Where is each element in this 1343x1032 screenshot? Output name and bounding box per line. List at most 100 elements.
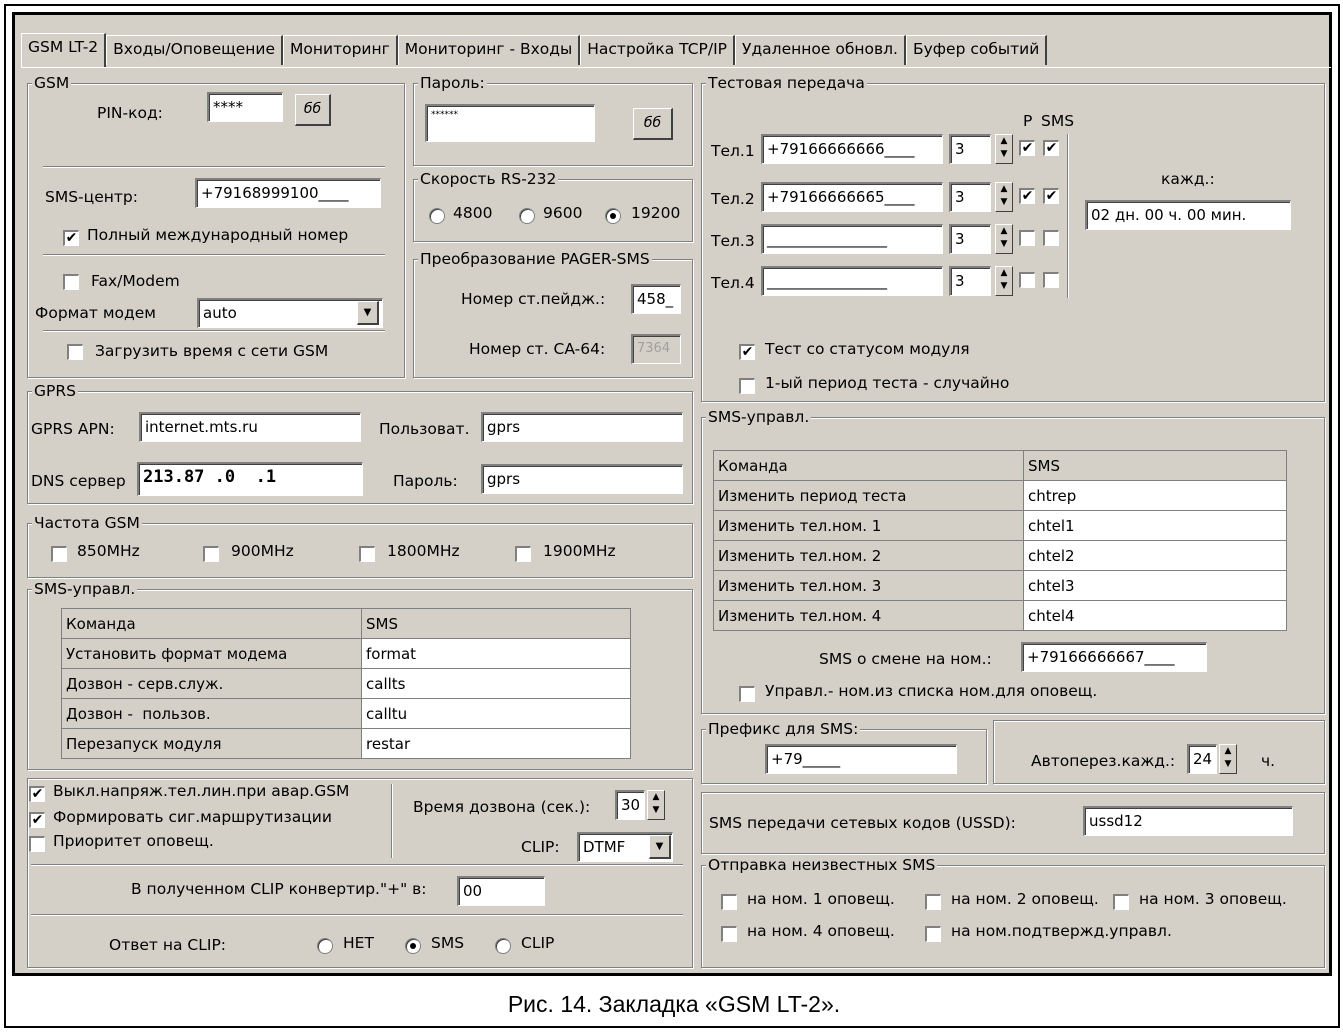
phone1-spin-button[interactable]: ▲ ▼ [995,134,1013,164]
phone1-p-checkbox[interactable]: ✔ [1019,140,1035,156]
dns-input[interactable]: 213.87 .0 .1 [137,462,363,496]
password-input[interactable]: ****** [425,104,595,142]
freq-1800-checkbox[interactable] [359,546,375,562]
routing-signal-checkbox[interactable]: ✔ [29,812,45,828]
phone3-count-input[interactable]: 3 [949,224,991,254]
sms-cell[interactable]: chtel3 [1023,570,1287,601]
phone1-label: Тел.1 [711,142,755,160]
separator [43,254,385,256]
unknown-to-4-label: на ном. 4 оповещ. [747,922,895,940]
apn-input[interactable]: internet.mts.ru [139,412,361,442]
phone1-sms-checkbox[interactable]: ✔ [1043,140,1059,156]
dial-time-input[interactable]: 30 [615,790,645,820]
radio-19200[interactable] [605,208,621,224]
full-intl-label: Полный международный номер [87,226,349,244]
sms-cell[interactable]: restar [361,728,631,759]
figure-caption: Рис. 14. Закладка «GSM LT-2». [507,991,841,1017]
modem-format-select[interactable]: auto [197,298,383,328]
phone2-spin-button[interactable]: ▲ ▼ [995,182,1013,212]
radio-9600-label: 9600 [543,204,583,222]
change-notify-input[interactable]: +79166666667____ [1021,642,1207,672]
phone2-label: Тел.2 [711,190,755,208]
radio-4800[interactable] [429,208,445,224]
sms-cell[interactable]: chtrep [1023,480,1287,511]
dial-time-spin-button[interactable]: ▲ ▼ [647,790,665,820]
pager-number-input[interactable]: 458_ [631,284,681,314]
sms-cell[interactable]: chtel4 [1023,600,1287,631]
phone2-p-checkbox[interactable]: ✔ [1019,188,1035,204]
load-time-checkbox[interactable] [67,344,83,360]
tab-inputs-notify[interactable]: Входы/Оповещение [106,35,283,65]
auto-restart-spin-button[interactable]: ▲ ▼ [1219,744,1237,774]
phone1-input[interactable]: +79166666666____ [761,134,943,164]
gprs-password-input[interactable]: gprs [481,464,683,494]
unknown-to-4-checkbox[interactable] [721,926,737,942]
phone3-sms-checkbox[interactable] [1043,230,1059,246]
random-first-checkbox[interactable] [739,378,755,394]
tab-monitoring[interactable]: Мониторинг [283,35,398,65]
gsm-legend: GSM [32,74,72,92]
show-pin-button[interactable]: бб [295,94,331,126]
sms-center-input[interactable]: +79168999100____ [195,178,381,208]
ussd-input[interactable]: ussd12 [1083,806,1293,836]
phone2-count-input[interactable]: 3 [949,182,991,212]
phone4-input[interactable]: ________________ [761,266,943,296]
phone3-input[interactable]: ________________ [761,224,943,254]
freq-850-checkbox[interactable] [51,546,67,562]
tab-remote-update[interactable]: Удаленное обновл. [735,35,906,65]
sms-cell[interactable]: format [361,638,631,669]
phone2-sms-checkbox[interactable]: ✔ [1043,188,1059,204]
user-input[interactable]: gprs [481,412,683,442]
unknown-to-3-checkbox[interactable] [1113,894,1129,910]
phone3-spin-button[interactable]: ▲ ▼ [995,224,1013,254]
apn-label: GPRS APN: [31,420,115,438]
answer-clip-radio[interactable] [495,938,511,954]
tab-tcpip[interactable]: Настройка TCP/IP [580,35,736,65]
fax-modem-checkbox[interactable] [63,274,79,290]
show-password-button[interactable]: бб [633,108,673,140]
line-off-checkbox[interactable]: ✔ [29,786,45,802]
sms-cell[interactable]: callts [361,668,631,699]
chevron-down-icon[interactable]: ▼ [357,301,379,325]
sms-cell[interactable]: chtel2 [1023,540,1287,571]
phone4-spin-button[interactable]: ▲ ▼ [995,266,1013,296]
phone4-p-checkbox[interactable] [1019,272,1035,288]
dns-label: DNS сервер [31,472,126,490]
answer-none-radio[interactable] [317,938,333,954]
freq-900-checkbox[interactable] [203,546,219,562]
full-intl-checkbox[interactable]: ✔ [63,230,79,246]
ca64-number-label: Номер ст. CA-64: [469,340,606,358]
unknown-to-2-checkbox[interactable] [925,894,941,910]
phone1-count-input[interactable]: 3 [949,134,991,164]
sms-cell[interactable]: calltu [361,698,631,729]
status-test-checkbox[interactable]: ✔ [739,344,755,360]
radio-9600[interactable] [519,208,535,224]
phone4-sms-checkbox[interactable] [1043,272,1059,288]
auto-restart-input[interactable]: 24 [1187,744,1217,774]
chevron-down-icon[interactable]: ▼ [649,835,671,859]
phone2-input[interactable]: +79166666665____ [761,182,943,212]
sms-prefix-input[interactable]: +79_____ [765,744,957,774]
convert-input[interactable]: 00 [457,876,545,906]
command-cell: Дозвон - серв.служ. [61,668,362,699]
answer-sms-radio[interactable] [405,938,421,954]
unknown-to-1-checkbox[interactable] [721,894,737,910]
phone3-p-checkbox[interactable] [1019,230,1035,246]
load-time-label: Загрузить время с сети GSM [95,342,329,360]
command-cell: Изменить тел.ном. 4 [713,600,1024,631]
tab-event-buffer[interactable]: Буфер событий [905,35,1048,65]
notify-list-checkbox[interactable] [739,686,755,702]
phone4-count-input[interactable]: 3 [949,266,991,296]
freq-1900-checkbox[interactable] [515,546,531,562]
sms-cell[interactable]: chtel1 [1023,510,1287,541]
pin-input[interactable]: **** [207,92,283,122]
gprs-password-label: Пароль: [393,472,458,490]
unknown-to-2-label: на ном. 2 оповещ. [951,890,1099,908]
test-every-input[interactable]: 02 дн. 00 ч. 00 мин. [1085,200,1291,230]
tab-gsm-lt2[interactable]: GSM LT-2 [21,33,107,67]
sms-control-right-legend: SMS-управл. [706,408,812,426]
status-test-label: Тест со статусом модуля [765,340,970,358]
tab-monitoring-inputs[interactable]: Мониторинг - Входы [397,35,581,65]
unknown-to-confirm-checkbox[interactable] [925,926,941,942]
notify-priority-checkbox[interactable] [29,836,45,852]
